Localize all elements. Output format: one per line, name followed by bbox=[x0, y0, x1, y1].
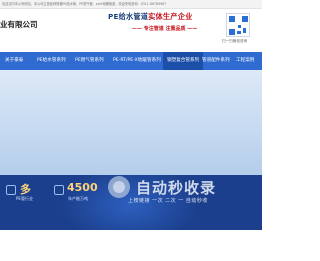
page-bottom-area bbox=[0, 230, 262, 261]
nav-item-gas-pipe[interactable]: PE燃气管系列 bbox=[75, 52, 104, 70]
nav-item-water-pipe[interactable]: PE给水管系列 bbox=[37, 52, 66, 70]
nav-item-fittings[interactable]: 管道配件系列 bbox=[202, 52, 230, 70]
watermark-title: 自动秒收录 bbox=[136, 179, 217, 197]
qr-caption: 扫一扫微信咨询 bbox=[222, 39, 248, 43]
subslogan-b: 注重品质 —— bbox=[165, 26, 198, 32]
wechat-qr-code bbox=[226, 13, 250, 37]
capacity-icon bbox=[54, 185, 64, 195]
nav-item-steel-plastic[interactable]: 钢塑复合管系列 bbox=[163, 52, 204, 70]
header-slogan: PE给水管道实体生产企业 bbox=[108, 12, 192, 22]
stat-number-1: 多 bbox=[20, 183, 31, 196]
nav-item-projects[interactable]: 工程案例 bbox=[236, 52, 254, 70]
subslogan-a: —— 专注管道 bbox=[132, 26, 164, 32]
stat-label-1: PE管行业 bbox=[16, 196, 33, 201]
top-notice-text: 欢迎访问本公司网站，本公司主营各种规格PE给水管、PE燃气管、pert地暖管道，… bbox=[2, 2, 167, 6]
slogan-prefix: PE给水管道 bbox=[108, 12, 149, 21]
company-name[interactable]: 业有限公司 bbox=[0, 19, 38, 30]
hero-banner bbox=[0, 70, 262, 175]
top-notice-bar: 欢迎访问本公司网站，本公司主营各种规格PE给水管、PE燃气管、pert地暖管道，… bbox=[0, 0, 262, 9]
header-subslogan: —— 专注管道 注重品质 —— bbox=[132, 25, 197, 32]
watermark-logo-icon bbox=[108, 176, 130, 198]
main-nav: 关于豪泰 PE给水管系列 PE燃气管系列 PE-RT/PE-X地暖管系列 钢塑复… bbox=[0, 52, 262, 70]
watermark-subtitle: 上榜链接 一次 二次 一 自动秒收 bbox=[128, 198, 208, 204]
nav-item-about[interactable]: 关于豪泰 bbox=[5, 52, 23, 70]
stat-label-2: 年产能万吨 bbox=[68, 196, 88, 201]
nav-item-floor-heating[interactable]: PE-RT/PE-X地暖管系列 bbox=[113, 52, 161, 70]
slogan-highlight: 实体生产企业 bbox=[148, 12, 193, 21]
stat-number-2: 4500 bbox=[67, 181, 98, 194]
industry-icon bbox=[6, 185, 16, 195]
